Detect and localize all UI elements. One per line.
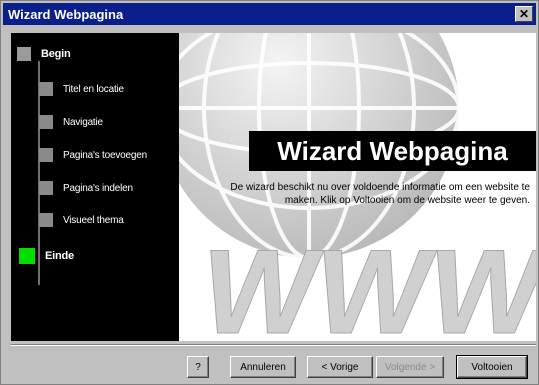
step-marker-icon [39,181,53,195]
wizard-window: Wizard Webpagina ✕ Begin Titel en locati… [0,0,539,385]
step-marker-icon [39,115,53,129]
step-label: Einde [45,250,74,262]
help-icon: ? [195,361,201,373]
step-visueel-thema: Visueel thema [39,213,124,227]
step-paginas-indelen: Pagina's indelen [39,181,133,195]
step-marker-icon [17,47,31,61]
step-navigatie: Navigatie [39,115,103,129]
hero-description: De wizard beschikt nu over voldoende inf… [230,182,530,206]
hero-panel: WWW Wizard Webpagina De wizard beschikt … [179,33,536,341]
title-bar[interactable]: Wizard Webpagina ✕ [3,3,536,25]
footer-divider [11,344,536,346]
step-label: Pagina's indelen [63,182,133,194]
cancel-label: Annuleren [240,361,286,373]
close-icon: ✕ [518,7,530,21]
step-label: Begin [41,48,71,60]
step-label: Visueel thema [63,214,124,226]
steps-sidebar: Begin Titel en locatie Navigatie Pagina'… [11,33,179,341]
step-label: Pagina's toevoegen [63,149,147,161]
step-label: Titel en locatie [63,83,124,95]
step-marker-icon [39,213,53,227]
step-einde: Einde [19,248,74,264]
cancel-button[interactable]: Annuleren [230,356,296,378]
finish-button[interactable]: Voltooien [456,355,528,379]
hero-title: Wizard Webpagina [249,131,536,171]
step-marker-icon [39,148,53,162]
step-paginas-toevoegen: Pagina's toevoegen [39,148,147,162]
step-active-marker-icon [19,248,35,264]
back-button[interactable]: < Vorige [307,356,373,378]
www-watermark: WWW [192,225,536,341]
next-label: Volgende > [384,361,436,373]
step-label: Navigatie [63,116,103,128]
help-button[interactable]: ? [187,356,209,378]
close-button[interactable]: ✕ [515,6,533,22]
next-button[interactable]: Volgende > [376,356,444,378]
window-title: Wizard Webpagina [8,6,124,22]
step-marker-icon [39,82,53,96]
step-titel-locatie: Titel en locatie [39,82,124,96]
finish-label: Voltooien [471,361,513,373]
step-begin: Begin [17,47,71,61]
back-label: < Vorige [321,361,359,373]
